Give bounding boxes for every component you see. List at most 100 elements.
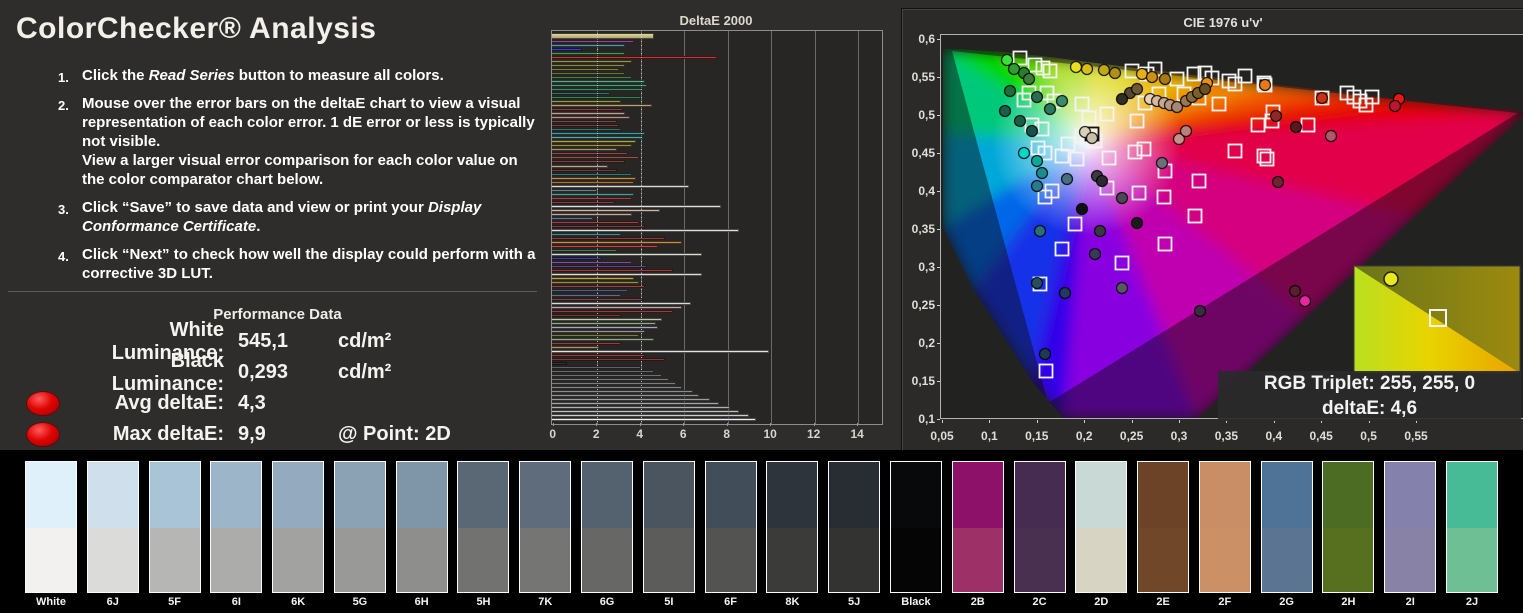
swatch-column[interactable]: 6I [210,461,263,608]
deltae-bar[interactable] [552,152,628,156]
deltae-bar[interactable] [552,39,635,43]
swatch-column[interactable]: 6K [272,461,325,608]
deltae-bar[interactable] [552,305,683,309]
measured-point[interactable] [1030,276,1044,290]
deltae-bar[interactable] [552,168,617,172]
measured-point[interactable] [1269,109,1283,123]
deltae-bar[interactable] [552,374,663,378]
deltae-bar[interactable] [552,124,619,128]
measured-point[interactable] [1115,92,1129,106]
deltae-bar[interactable] [552,184,689,188]
measured-point[interactable] [1108,66,1122,80]
deltae-bar[interactable] [552,144,632,148]
deltae-bar[interactable] [552,172,632,176]
deltae-bar[interactable] [552,245,659,249]
deltae-bar[interactable] [552,43,626,47]
deltae-bar[interactable] [552,220,639,224]
deltae-bar[interactable] [552,269,674,273]
deltae-bar[interactable] [552,156,639,160]
deltae-bar[interactable] [552,253,702,257]
deltae-bar[interactable] [552,402,719,406]
measured-point[interactable] [1007,62,1021,76]
measured-point[interactable] [1388,99,1402,113]
deltae-bar[interactable] [552,212,632,216]
deltae-bar[interactable] [552,265,648,269]
deltae-bar[interactable] [552,79,646,83]
measured-point[interactable] [1155,156,1169,170]
deltae-bar[interactable] [552,208,661,212]
deltae-bar[interactable] [552,414,750,418]
deltae-bar[interactable] [552,108,624,112]
deltae-bar[interactable] [552,120,617,124]
deltae-bar[interactable] [552,378,669,382]
swatch-column[interactable]: 2F [1198,461,1251,608]
deltae-bar[interactable] [552,301,691,305]
deltae-bar[interactable] [552,345,600,349]
measured-point[interactable] [1058,286,1072,300]
measured-point[interactable] [1043,102,1057,116]
deltae-bar[interactable] [552,112,626,116]
deltae-bar[interactable] [552,148,617,152]
measured-point[interactable] [1315,91,1329,105]
deltae-bar[interactable] [552,309,674,313]
measured-point[interactable] [1030,90,1044,104]
swatch-column[interactable]: 6F [704,461,757,608]
swatch-column[interactable]: 7K [519,461,572,608]
deltae-plot-area[interactable] [551,30,883,425]
measured-point[interactable] [1158,72,1172,86]
measured-point[interactable] [1135,67,1149,81]
measured-point[interactable] [1013,114,1027,128]
measured-point[interactable] [1258,78,1272,92]
deltae-bar[interactable] [552,370,654,374]
measured-point[interactable] [998,104,1012,118]
swatch-column[interactable]: 5F [148,461,201,608]
measured-point[interactable] [1038,347,1052,361]
deltae-bar[interactable] [552,394,700,398]
swatch-column[interactable]: 6G [581,461,634,608]
deltae-bar[interactable] [552,229,739,233]
swatch-column[interactable]: 2E [1137,461,1190,608]
measured-point[interactable] [1030,154,1044,168]
deltae-bar[interactable] [552,47,582,51]
deltae-bar[interactable] [552,75,632,79]
measured-point[interactable] [1080,62,1094,76]
cie-plot-area[interactable] [940,34,1523,419]
deltae-bar[interactable] [552,285,646,289]
measured-point[interactable] [1055,94,1069,108]
measured-point[interactable] [1093,224,1107,238]
swatch-column[interactable]: 6J [86,461,139,608]
swatch-column[interactable]: Black [889,461,942,608]
deltae-bar[interactable] [552,164,609,168]
deltae-bar[interactable] [552,51,626,55]
deltae-bar[interactable] [552,398,711,402]
deltae-bar[interactable] [552,382,676,386]
measured-point[interactable] [1198,82,1212,96]
deltae-bar[interactable] [552,59,632,63]
swatch-column[interactable]: 5G [333,461,386,608]
measured-point[interactable] [1115,281,1129,295]
deltae-bar[interactable] [552,362,567,366]
deltae-bar[interactable] [552,293,622,297]
measured-point[interactable] [1324,129,1338,143]
measured-point[interactable] [1003,84,1017,98]
swatch-column[interactable]: 6H [395,461,448,608]
measured-point[interactable] [1035,166,1049,180]
deltae-bar[interactable] [552,358,665,362]
measured-point[interactable] [1193,304,1207,318]
deltae-bar[interactable] [552,140,637,144]
swatch-column[interactable]: 2I [1384,461,1437,608]
deltae-bar[interactable] [552,261,632,265]
deltae-bar[interactable] [552,132,646,136]
deltae-bar[interactable] [552,116,630,120]
deltae-bar[interactable] [552,180,635,184]
deltae-bar[interactable] [552,257,602,261]
deltae-bar[interactable] [552,128,622,132]
measured-point[interactable] [1025,124,1039,138]
measured-point[interactable] [1095,174,1109,188]
swatch-column[interactable]: 5H [457,461,510,608]
deltae-bar[interactable] [552,100,622,104]
deltae-bar[interactable] [552,333,639,337]
measured-point[interactable] [1288,284,1302,298]
deltae-bar[interactable] [552,200,615,204]
deltae-bar[interactable] [552,341,622,345]
